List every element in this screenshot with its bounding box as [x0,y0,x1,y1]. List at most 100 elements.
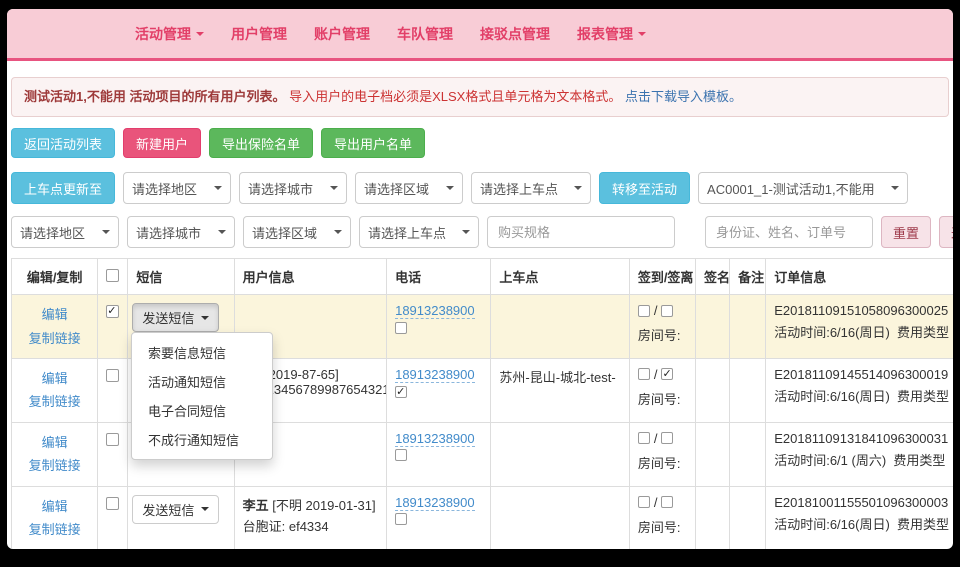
caret-down-icon [218,230,226,234]
nav-fleet-management[interactable]: 车队管理 [397,24,453,44]
spec-input[interactable] [487,216,675,248]
copy-link[interactable]: 复制链接 [20,518,89,541]
alert-title: 测试活动1,不能用 活动项目的所有用户列表。 [24,89,285,104]
nav-label: 车队管理 [397,24,453,44]
pickup-point: 苏州-昆山-城北-test- [499,367,620,386]
signin-checkbox[interactable] [638,496,650,508]
nav-label: 账户管理 [314,24,370,44]
table-row: 编辑复制链接 发送短信 李五 [不明 2019-01-31]台胞证: ef433… [12,486,954,549]
search-pickup-select[interactable]: 请选择上车点 [359,216,479,248]
nav-shuttle-point-management[interactable]: 接驳点管理 [480,24,550,44]
menu-item-econtract-sms[interactable]: 电子合同短信 [132,396,272,425]
district-select[interactable]: 请选择区域 [355,172,463,204]
send-sms-button[interactable]: 发送短信 [132,495,219,524]
new-user-button[interactable]: 新建用户 [123,128,201,158]
header-sms: 短信 [128,259,234,295]
copy-link[interactable]: 复制链接 [20,390,89,413]
copy-link[interactable]: 复制链接 [20,327,89,350]
caret-down-icon [638,32,646,36]
users-table-wrap: 编辑/复制 短信 用户信息 电话 上车点 签到/签离 签名 备注 订单信息 编辑… [11,258,953,549]
nav-account-management[interactable]: 账户管理 [314,24,370,44]
caret-down-icon [446,186,454,190]
search-region-select[interactable]: 请选择地区 [11,216,119,248]
row-checkbox[interactable] [106,369,119,382]
nav-user-management[interactable]: 用户管理 [231,24,287,44]
order-number: E20181109151058096300025 [774,303,953,318]
info-alert: 测试活动1,不能用 活动项目的所有用户列表。 导入用户的电子档必须是XLSX格式… [11,77,949,117]
screenshot-frame: 活动管理 用户管理 账户管理 车队管理 接驳点管理 报表管理 测试活动1,不能用… [0,0,960,567]
sms-dropdown-menu: 索要信息短信 活动通知短信 电子合同短信 不成行通知短信 [131,332,273,460]
edit-link[interactable]: 编辑 [20,303,89,326]
room-label: 房间号: [638,453,687,472]
menu-item-activity-notice-sms[interactable]: 活动通知短信 [132,367,272,396]
table-header-row: 编辑/复制 短信 用户信息 电话 上车点 签到/签离 签名 备注 订单信息 [12,259,954,295]
signout-checkbox[interactable] [661,496,673,508]
city-select[interactable]: 请选择城市 [239,172,347,204]
edit-link[interactable]: 编辑 [20,495,89,518]
filter-button[interactable]: 过滤 [939,216,953,248]
phone-link[interactable]: 18913238900 [395,431,475,447]
search-district-select[interactable]: 请选择区域 [243,216,351,248]
download-template-link[interactable]: 点击下载导入模板。 [625,89,742,104]
reset-button[interactable]: 重置 [881,216,931,248]
room-label: 房间号: [638,389,687,408]
signout-checkbox[interactable] [661,368,673,380]
signin-checkbox[interactable] [638,305,650,317]
update-pickup-button[interactable]: 上车点更新至 [11,172,115,204]
caret-down-icon [214,186,222,190]
edit-link[interactable]: 编辑 [20,367,89,390]
nav-activity-management[interactable]: 活动管理 [135,24,204,44]
row-checkbox[interactable] [106,497,119,510]
search-city-select[interactable]: 请选择城市 [127,216,235,248]
select-value: 请选择地区 [20,223,85,242]
export-users-button[interactable]: 导出用户名单 [321,128,425,158]
pickup-point-select[interactable]: 请选择上车点 [471,172,591,204]
header-signature: 签名 [696,259,730,295]
send-sms-button[interactable]: 发送短信 [132,303,219,332]
phone-checkbox[interactable] [395,386,407,398]
row-checkbox[interactable] [106,305,119,318]
search-input[interactable] [705,216,873,248]
header-pickup: 上车点 [491,259,629,295]
phone-link[interactable]: 18913238900 [395,495,475,511]
signout-checkbox[interactable] [661,305,673,317]
header-note: 备注 [730,259,766,295]
nav-report-management[interactable]: 报表管理 [577,24,646,44]
select-all-checkbox[interactable] [106,269,119,282]
user-name: 李五 [243,498,269,513]
action-buttons-row: 返回活动列表 新建用户 导出保险名单 导出用户名单 [11,128,949,158]
room-label: 房间号: [638,325,687,344]
sign-separator: / [654,431,658,446]
nav-label: 接驳点管理 [480,24,550,44]
caret-down-icon [462,230,470,234]
signin-checkbox[interactable] [638,368,650,380]
signout-checkbox[interactable] [661,432,673,444]
activity-select[interactable]: AC0001_1-测试活动1,不能用 [698,172,908,204]
header-select-all [98,259,128,295]
transfer-to-activity-button[interactable]: 转移至活动 [599,172,690,204]
row-checkbox[interactable] [106,433,119,446]
copy-link[interactable]: 复制链接 [20,454,89,477]
edit-link[interactable]: 编辑 [20,431,89,454]
menu-item-request-info-sms[interactable]: 索要信息短信 [132,338,272,367]
region-select[interactable]: 请选择地区 [123,172,231,204]
nav-label: 活动管理 [135,24,191,44]
app-window: 活动管理 用户管理 账户管理 车队管理 接驳点管理 报表管理 测试活动1,不能用… [7,9,953,549]
send-sms-label: 发送短信 [142,308,194,327]
select-value: 请选择地区 [132,179,197,198]
phone-checkbox[interactable] [395,322,407,334]
phone-checkbox[interactable] [395,513,407,525]
phone-link[interactable]: 18913238900 [395,367,475,383]
signin-checkbox[interactable] [638,432,650,444]
phone-link[interactable]: 18913238900 [395,303,475,319]
sign-separator: / [654,303,658,318]
filter-row-pickup-update: 上车点更新至 请选择地区 请选择城市 请选择区域 请选择上车点 转移至活动 AC… [11,172,949,204]
select-value: 请选择上车点 [480,179,558,198]
caret-down-icon [102,230,110,234]
export-insurance-button[interactable]: 导出保险名单 [209,128,313,158]
main-content: 测试活动1,不能用 活动项目的所有用户列表。 导入用户的电子档必须是XLSX格式… [7,61,953,549]
back-to-activity-list-button[interactable]: 返回活动列表 [11,128,115,158]
phone-checkbox[interactable] [395,449,407,461]
select-value: 请选择城市 [248,179,313,198]
menu-item-cancel-notice-sms[interactable]: 不成行通知短信 [132,425,272,454]
